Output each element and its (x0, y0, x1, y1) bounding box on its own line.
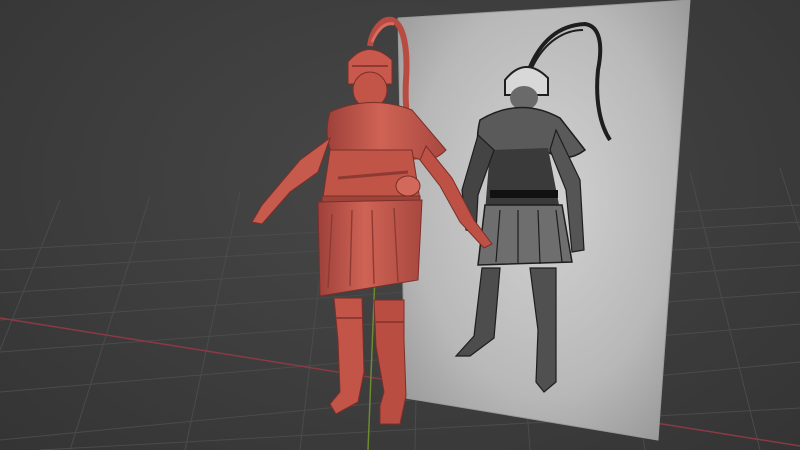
3d-viewport[interactable] (0, 0, 800, 450)
reference-image-plane[interactable] (397, 0, 691, 441)
viewport-canvas (0, 0, 800, 450)
